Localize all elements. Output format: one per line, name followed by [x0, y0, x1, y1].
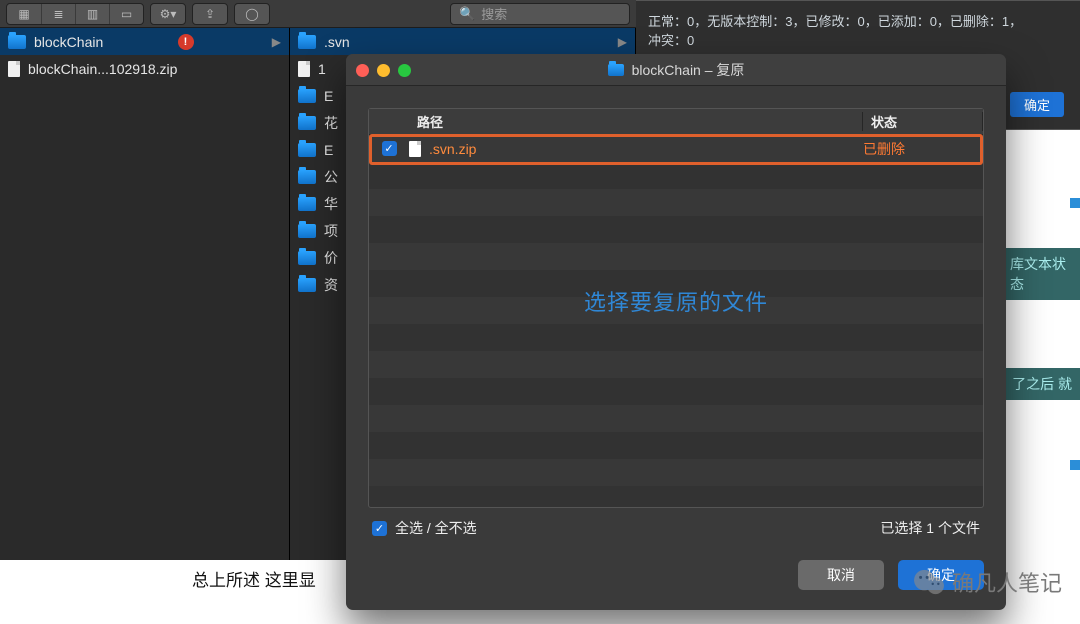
folder-icon	[298, 143, 316, 157]
gallery-view-icon[interactable]: ▭	[109, 4, 143, 24]
folder-icon	[298, 35, 316, 49]
column-view-icon[interactable]: ▥	[75, 4, 109, 24]
chevron-right-icon: ▶	[618, 35, 627, 49]
row-status: 已删除	[863, 139, 983, 159]
select-all-checkbox[interactable]: ✓	[372, 521, 387, 536]
table-row	[369, 216, 983, 243]
file-icon	[298, 61, 310, 77]
file-icon	[409, 141, 421, 157]
finder-column-0: blockChain ! ▶ blockChain...102918.zip	[0, 28, 290, 560]
table-body: ✓ .svn.zip 已删除 选择	[369, 135, 983, 507]
resize-handle-icon[interactable]	[1070, 198, 1080, 208]
finder-item-label: .svn	[324, 34, 350, 50]
dialog-titlebar: blockChain – 复原	[346, 54, 1006, 86]
table-row	[369, 324, 983, 351]
finder-col1-header[interactable]: .svn ▶	[290, 28, 635, 55]
finder-search-placeholder: 搜索	[481, 4, 507, 23]
table-row[interactable]: ✓ .svn.zip 已删除	[369, 135, 983, 162]
table-row	[369, 189, 983, 216]
view-mode-group[interactable]: ▦ ≣ ▥ ▭	[6, 3, 144, 25]
table-row	[369, 162, 983, 189]
chevron-right-icon: ▶	[272, 35, 281, 49]
wechat-icon	[912, 568, 946, 596]
empty-hint: 选择要复原的文件	[369, 285, 983, 317]
table-row	[369, 405, 983, 432]
article-body-text: 总上所述 这里显	[192, 566, 316, 591]
row-checkbox[interactable]: ✓	[382, 141, 397, 156]
col-path[interactable]: 路径	[409, 112, 863, 131]
select-all-label: 全选 / 全不选	[395, 518, 477, 538]
folder-icon	[608, 64, 624, 76]
watermark: 确凡人笔记	[912, 566, 1062, 598]
folder-icon	[298, 116, 316, 130]
cancel-button[interactable]: 取消	[798, 560, 884, 590]
watermark-text: 确凡人笔记	[952, 566, 1062, 598]
revert-table: 路径 状态 ✓ .svn.zip 已删除	[368, 108, 984, 508]
finder-item-label: blockChain...102918.zip	[28, 61, 177, 77]
table-row	[369, 351, 983, 378]
dialog-midbar: ✓ 全选 / 全不选 已选择 1 个文件	[368, 508, 984, 538]
folder-icon	[298, 251, 316, 265]
svn-ok-button[interactable]: 确定	[1010, 92, 1064, 117]
table-row	[369, 459, 983, 486]
search-icon: 🔍	[459, 6, 475, 22]
window-controls	[356, 64, 411, 77]
gear-icon[interactable]: ⚙︎▾	[151, 4, 185, 24]
tag-icon[interactable]: ◯	[235, 4, 269, 24]
table-row	[369, 432, 983, 459]
folder-icon	[298, 89, 316, 103]
minimize-icon[interactable]	[377, 64, 390, 77]
dialog-footer: 取消 确定	[346, 546, 1006, 610]
resize-handle-icon[interactable]	[1070, 460, 1080, 470]
folder-icon	[298, 224, 316, 238]
selected-count: 已选择 1 个文件	[880, 518, 980, 538]
list-view-icon[interactable]: ≣	[41, 4, 75, 24]
arrange-group[interactable]: ⚙︎▾	[150, 3, 186, 25]
icon-view-icon[interactable]: ▦	[7, 4, 41, 24]
folder-icon	[8, 35, 26, 49]
share-group[interactable]: ⇪	[192, 3, 228, 25]
finder-item-blockchain[interactable]: blockChain ! ▶	[0, 28, 289, 55]
alert-icon: !	[178, 34, 194, 50]
side-strip: 库文本状态 了之后 就	[1000, 200, 1080, 460]
file-icon	[8, 61, 20, 77]
col-status[interactable]: 状态	[863, 112, 983, 131]
share-icon[interactable]: ⇪	[193, 4, 227, 24]
table-header: 路径 状态	[369, 109, 983, 135]
folder-icon	[298, 197, 316, 211]
table-row	[369, 378, 983, 405]
finder-search[interactable]: 🔍 搜索	[450, 3, 630, 25]
tag-group[interactable]: ◯	[234, 3, 270, 25]
finder-toolbar: ▦ ≣ ▥ ▭ ⚙︎▾ ⇪ ◯ 🔍 搜索	[0, 0, 636, 28]
svn-status-line: 正常：0，无版本控制：3，已修改：0，已添加：0，已删除：1，	[648, 11, 1068, 30]
table-row	[369, 243, 983, 270]
folder-icon	[298, 278, 316, 292]
dialog-body: 路径 状态 ✓ .svn.zip 已删除	[346, 86, 1006, 546]
folder-icon	[298, 170, 316, 184]
finder-item-label: blockChain	[34, 34, 103, 50]
revert-dialog: blockChain – 复原 路径 状态 ✓ .svn.zip 已删除	[346, 54, 1006, 610]
close-icon[interactable]	[356, 64, 369, 77]
maximize-icon[interactable]	[398, 64, 411, 77]
finder-item-zip[interactable]: blockChain...102918.zip	[0, 55, 289, 82]
row-filename: .svn.zip	[429, 141, 476, 157]
svn-status-line: 冲突：0	[648, 30, 1068, 49]
dialog-title: blockChain – 复原	[632, 60, 745, 80]
side-chip: 库文本状态	[1000, 248, 1080, 300]
side-chip: 了之后 就	[1002, 368, 1080, 400]
